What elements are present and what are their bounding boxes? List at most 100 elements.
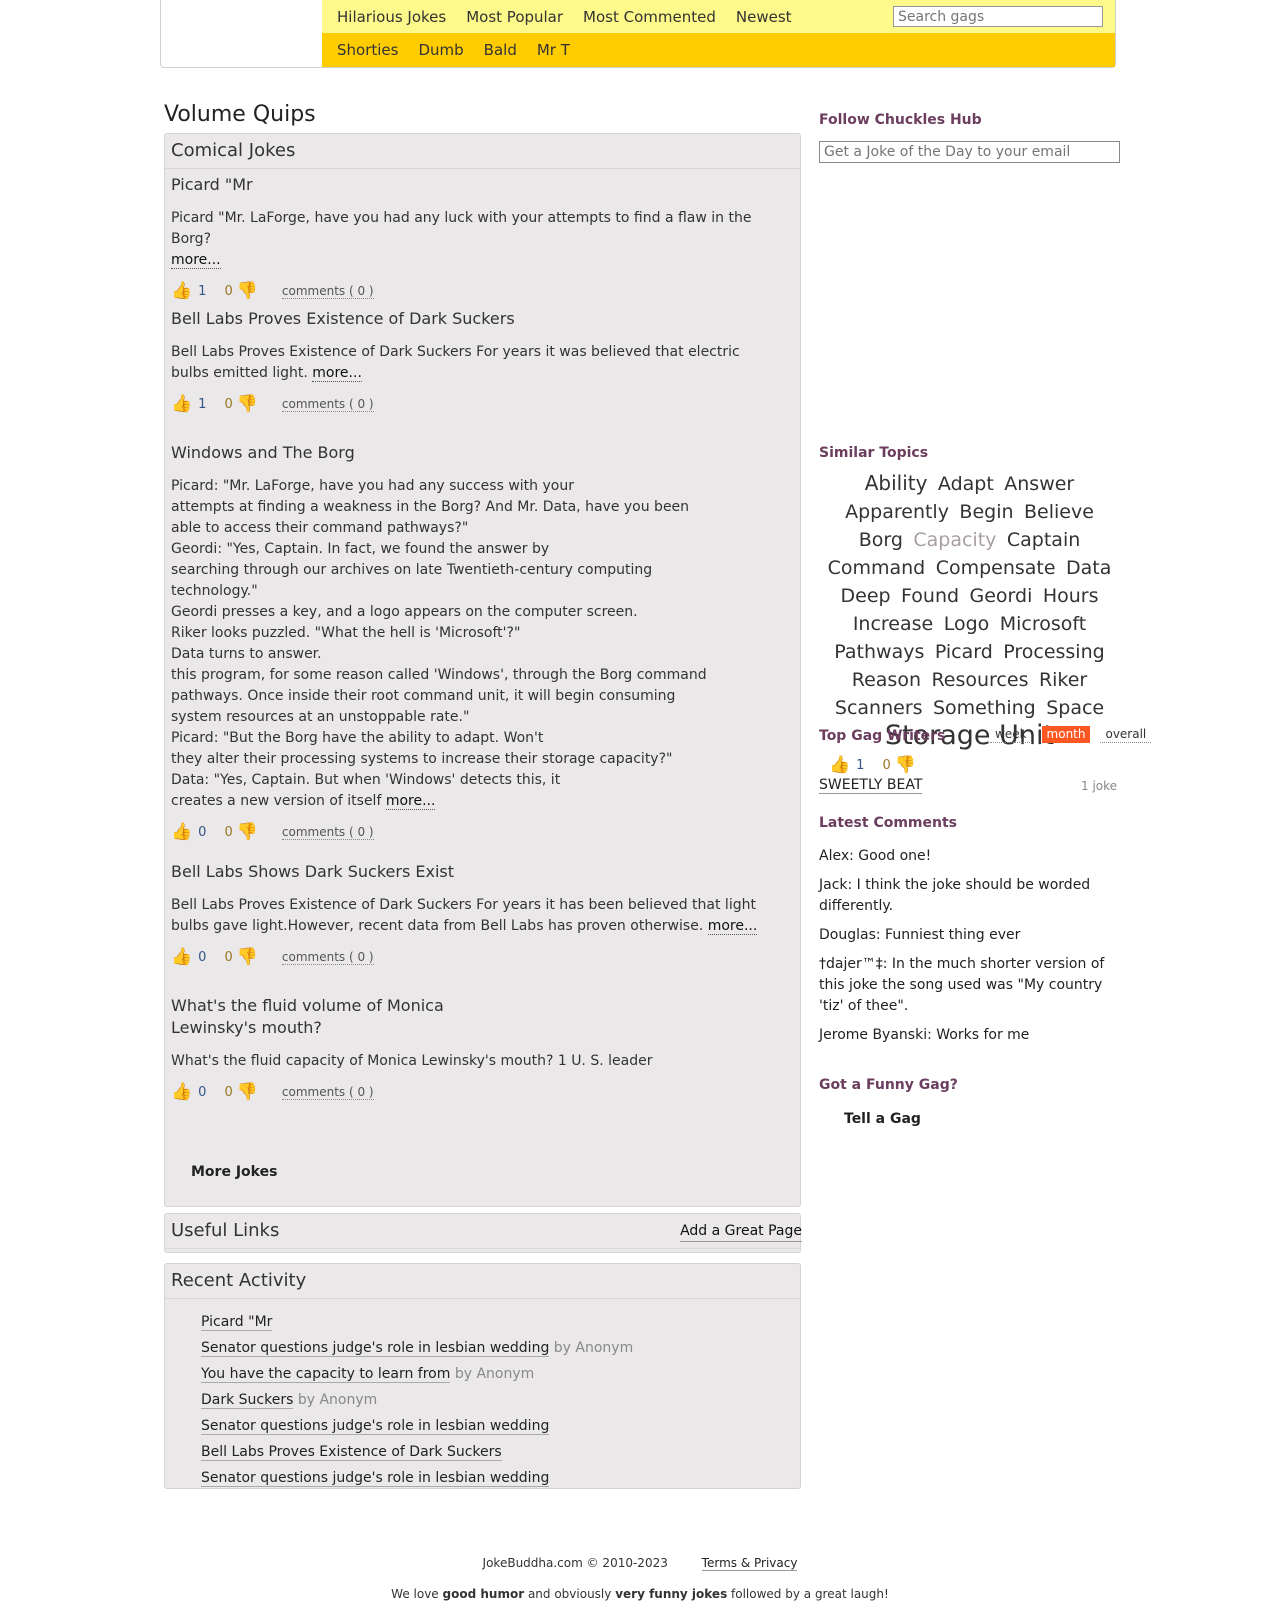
nav-dumb[interactable]: Dumb: [418, 41, 463, 59]
site-header: Hilarious Jokes Most Popular Most Commen…: [160, 0, 1116, 68]
nav-hilarious-jokes[interactable]: Hilarious Jokes: [337, 8, 446, 26]
comments-link[interactable]: comments ( 0 ): [281, 950, 374, 965]
tag-link[interactable]: Processing: [1003, 639, 1104, 665]
activity-link[interactable]: You have the capacity to learn from: [201, 1366, 451, 1383]
tell-gag-button[interactable]: Tell a Gag: [844, 1111, 921, 1127]
tag-link[interactable]: Increase: [853, 611, 933, 637]
thumbs-down-icon[interactable]: 👎: [237, 947, 258, 967]
joke-title[interactable]: Windows and The Borg: [171, 442, 781, 464]
activity-link[interactable]: Picard "Mr: [201, 1314, 273, 1331]
thumbs-down-icon[interactable]: 👎: [237, 281, 258, 301]
more-link[interactable]: more...: [312, 365, 362, 382]
more-link[interactable]: more...: [707, 918, 758, 935]
tag-link[interactable]: Geordi: [970, 583, 1033, 609]
category-nav: Shorties Dumb Bald Mr T: [322, 33, 1115, 67]
tag-link[interactable]: Data: [1066, 555, 1111, 581]
tag-link[interactable]: Something: [933, 695, 1036, 721]
joke-body: Picard "Mr. LaForge, have you had any lu…: [171, 208, 781, 271]
up-count: 1: [856, 757, 865, 773]
comments-link[interactable]: comments ( 0 ): [281, 284, 374, 299]
comment-item[interactable]: †dajer™‡: In the much shorter version of…: [819, 954, 1120, 1017]
activity-link[interactable]: Bell Labs Proves Existence of Dark Sucke…: [201, 1444, 502, 1461]
activity-link[interactable]: Senator questions judge's role in lesbia…: [201, 1418, 550, 1435]
tag-link[interactable]: Space: [1046, 695, 1104, 721]
thumbs-up-icon[interactable]: 👍: [829, 755, 850, 775]
thumbs-up-icon[interactable]: 👍: [171, 1082, 192, 1102]
tag-link[interactable]: Captain: [1007, 527, 1080, 553]
joke-title[interactable]: Bell Labs Proves Existence of Dark Sucke…: [171, 308, 781, 330]
comments-link[interactable]: comments ( 0 ): [281, 1085, 374, 1100]
tagline-text: and obviously: [524, 1587, 616, 1601]
nav-most-commented[interactable]: Most Commented: [583, 8, 716, 26]
activity-link[interactable]: Senator questions judge's role in lesbia…: [201, 1470, 550, 1487]
activity-link[interactable]: Senator questions judge's role in lesbia…: [201, 1340, 550, 1357]
more-link[interactable]: more...: [171, 252, 221, 269]
more-link[interactable]: more...: [385, 793, 436, 810]
tag-link[interactable]: Command: [828, 555, 926, 581]
tag-link[interactable]: Found: [901, 583, 959, 609]
tag-link[interactable]: Deep: [841, 583, 891, 609]
tag-link[interactable]: Resources: [931, 667, 1028, 693]
tag-link[interactable]: Adapt: [938, 471, 994, 497]
thumbs-down-icon[interactable]: 👎: [237, 822, 258, 842]
tag-link[interactable]: Begin: [959, 499, 1013, 525]
writer-name-link[interactable]: SWEETLY BEAT: [819, 777, 923, 794]
logo[interactable]: [161, 0, 322, 67]
comments-link[interactable]: comments ( 0 ): [281, 397, 374, 412]
more-jokes-button[interactable]: More Jokes: [191, 1164, 277, 1180]
tab-month[interactable]: month: [1041, 726, 1091, 743]
joke-text: Picard: "Mr. LaForge, have you had any s…: [171, 478, 707, 809]
search-input[interactable]: [893, 6, 1103, 27]
tag-link[interactable]: Ability: [865, 470, 928, 496]
nav-shorties[interactable]: Shorties: [337, 41, 398, 59]
comment-item[interactable]: Jack: I think the joke should be worded …: [819, 875, 1120, 917]
tag-link[interactable]: Riker: [1039, 667, 1087, 693]
thumbs-down-icon[interactable]: 👎: [237, 1082, 258, 1102]
list-item: Senator questions judge's role in lesbia…: [201, 1335, 800, 1361]
terms-link[interactable]: Terms & Privacy: [701, 1556, 798, 1571]
joke-title[interactable]: Bell Labs Shows Dark Suckers Exist: [171, 861, 781, 883]
tag-link[interactable]: Picard: [935, 639, 993, 665]
tag-link[interactable]: Scanners: [835, 695, 923, 721]
thumbs-down-icon[interactable]: 👎: [895, 755, 916, 775]
tag-link[interactable]: Microsoft: [1000, 611, 1086, 637]
jokes-panel: Comical Jokes Picard "Mr Picard "Mr. LaF…: [164, 133, 801, 1207]
comment-item[interactable]: Alex: Good one!: [819, 846, 1120, 867]
tag-link[interactable]: Believe: [1024, 499, 1094, 525]
comment-item[interactable]: Jerome Byanski: Works for me: [819, 1025, 1120, 1046]
thumbs-up-icon[interactable]: 👍: [171, 281, 192, 301]
nav-mr-t[interactable]: Mr T: [537, 41, 570, 59]
comment-item[interactable]: Douglas: Funniest thing ever: [819, 925, 1120, 946]
useful-links-heading: Useful Links Add a Great Page: [165, 1214, 802, 1249]
primary-nav: Hilarious Jokes Most Popular Most Commen…: [322, 0, 1115, 33]
tagline-bold: good humor: [442, 1587, 525, 1601]
tag-link[interactable]: Capacity: [913, 527, 996, 553]
comments-link[interactable]: comments ( 0 ): [281, 825, 374, 840]
tab-week[interactable]: week: [990, 726, 1032, 743]
add-page-link[interactable]: Add a Great Page: [680, 1221, 802, 1242]
tag-link[interactable]: Pathways: [834, 639, 924, 665]
thumbs-down-icon[interactable]: 👎: [237, 394, 258, 414]
joke-title[interactable]: What's the fluid volume of Monica Lewins…: [171, 995, 531, 1039]
tag-link[interactable]: Hours: [1043, 583, 1099, 609]
email-field[interactable]: [819, 141, 1120, 163]
tag-link[interactable]: Reason: [852, 667, 921, 693]
thumbs-up-icon[interactable]: 👍: [171, 947, 192, 967]
tag-link[interactable]: Answer: [1004, 471, 1074, 497]
joke-item: What's the fluid volume of Monica Lewins…: [171, 995, 781, 1104]
thumbs-up-icon[interactable]: 👍: [171, 822, 192, 842]
funny-gag-heading: Got a Funny Gag?: [819, 1077, 958, 1093]
nav-newest[interactable]: Newest: [736, 8, 792, 26]
joke-item: Bell Labs Shows Dark Suckers Exist Bell …: [171, 861, 781, 969]
joke-title[interactable]: Picard "Mr: [171, 174, 781, 196]
nav-most-popular[interactable]: Most Popular: [466, 8, 563, 26]
activity-link[interactable]: Dark Suckers: [201, 1392, 294, 1409]
tag-link[interactable]: Compensate: [936, 555, 1056, 581]
thumbs-up-icon[interactable]: 👍: [171, 394, 192, 414]
tab-overall[interactable]: overall: [1100, 726, 1152, 743]
nav-bald[interactable]: Bald: [484, 41, 517, 59]
tagline-bold: very funny jokes: [615, 1587, 728, 1601]
tag-link[interactable]: Borg: [859, 527, 903, 553]
tag-link[interactable]: Apparently: [845, 499, 949, 525]
tag-link[interactable]: Logo: [944, 611, 990, 637]
